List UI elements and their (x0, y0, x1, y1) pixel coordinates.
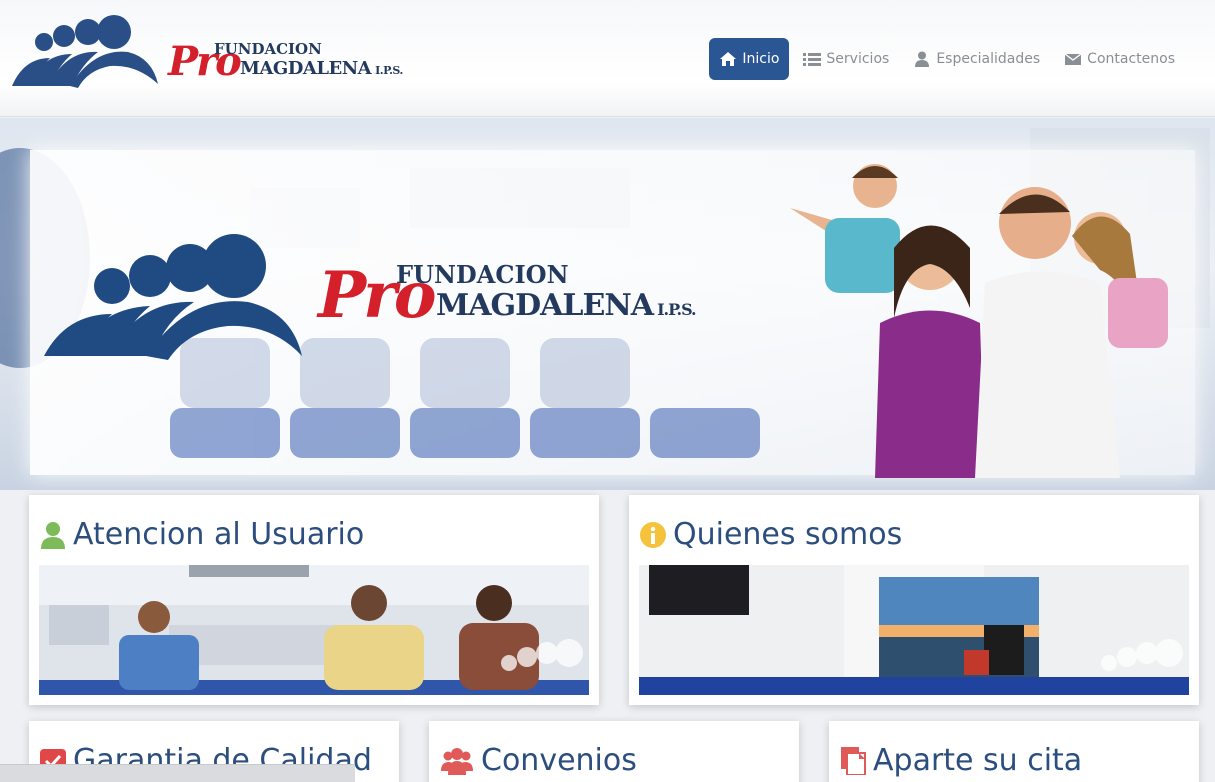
doctor-icon (915, 51, 930, 67)
hero-banner: Pro FUNDACION MAGDALENA I.P.S. (0, 118, 1215, 490)
nav-item-especialidades[interactable]: Especialidades (903, 38, 1050, 80)
card-title-text: Aparte su cita (873, 743, 1083, 778)
nav-label-servicios: Servicios (826, 51, 890, 67)
site-header: Pro FUNDACION MAGDALENA I.P.S. Inicio Ser… (0, 0, 1215, 117)
nav-label-especialidades: Especialidades (936, 51, 1041, 67)
site-logo[interactable]: Pro FUNDACION MAGDALENA I.P.S. (10, 10, 410, 90)
office-photo (639, 565, 1189, 695)
home-icon (720, 52, 737, 66)
card-title-row: Convenios (439, 743, 637, 778)
logo-ips-text: I.P.S. (375, 64, 403, 77)
browser-status-bar (0, 764, 355, 782)
info-icon (640, 521, 666, 548)
logo-magdalena-text: MAGDALENA (240, 58, 372, 79)
group-icon (441, 747, 473, 775)
card-title-text: Quienes somos (673, 517, 903, 552)
hero-ips-text: I.P.S. (657, 300, 697, 319)
list-icon (803, 53, 822, 66)
card-aparte-cita[interactable]: Aparte su cita (829, 721, 1199, 782)
envelope-icon (1064, 53, 1082, 65)
main-nav: Inicio Servicios Especialidades Contacte… (705, 38, 1185, 80)
card-title-row: Aparte su cita (839, 743, 1082, 778)
logo-fundacion-text: FUNDACION (214, 40, 322, 58)
family-photo (790, 164, 1168, 478)
hero-magdalena-line: MAGDALENA I.P.S. (436, 288, 697, 323)
card-convenios[interactable]: Convenios (429, 721, 799, 782)
card-title-row: Atencion al Usuario (39, 517, 364, 552)
nav-label-inicio: Inicio (742, 51, 780, 67)
card-title-text: Atencion al Usuario (73, 517, 365, 552)
nav-item-inicio[interactable]: Inicio (709, 38, 790, 80)
people-logo-icon (12, 15, 158, 88)
hero-people-logo-icon (44, 234, 302, 360)
nav-item-contactenos[interactable]: Contactenos (1054, 38, 1185, 80)
reception-photo (39, 565, 589, 695)
document-icon (841, 746, 866, 775)
user-icon (41, 521, 65, 549)
hero-fundacion-text: FUNDACION (396, 260, 569, 289)
logo-magdalena-line: MAGDALENA I.P.S. (240, 58, 403, 79)
card-atencion-usuario[interactable]: Atencion al Usuario (29, 495, 599, 705)
nav-label-contactenos: Contactenos (1087, 51, 1175, 67)
card-title-row: Quienes somos (639, 517, 902, 552)
nav-item-servicios[interactable]: Servicios (793, 38, 899, 80)
hero-magdalena-text: MAGDALENA (436, 288, 654, 323)
card-quienes-somos[interactable]: Quienes somos (629, 495, 1199, 705)
card-title-text: Convenios (481, 743, 637, 778)
